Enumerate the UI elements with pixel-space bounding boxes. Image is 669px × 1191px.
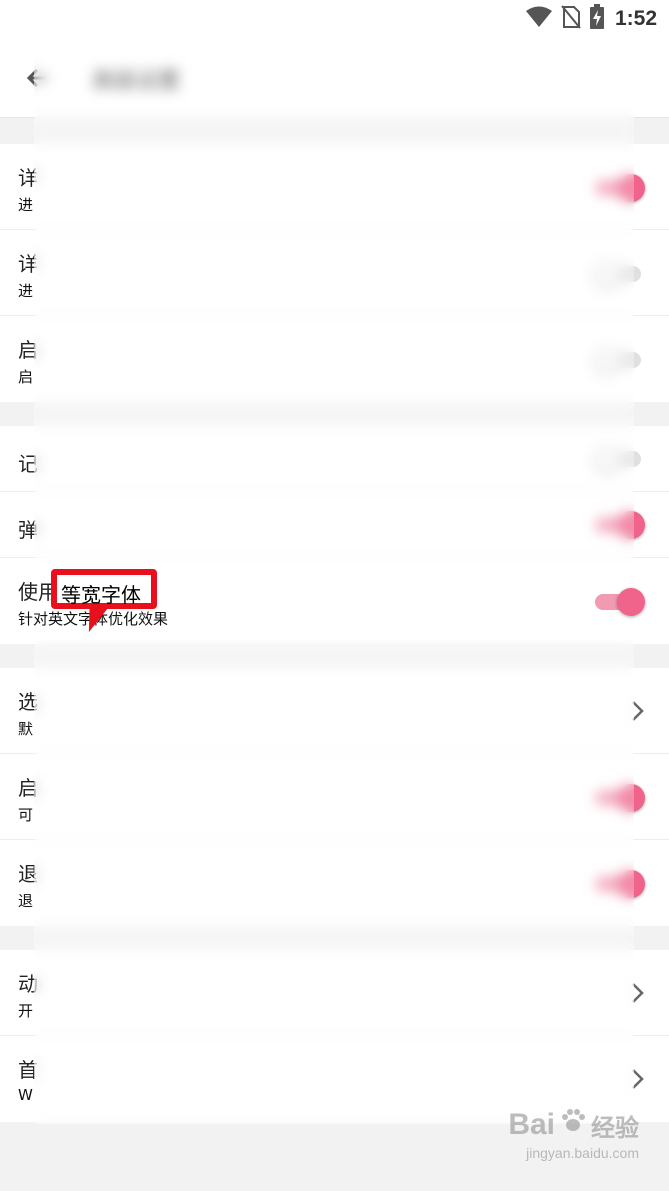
settings-row[interactable]: 弹 xyxy=(0,492,669,558)
baidu-watermark: Bai 经验 jingyan.baidu.com xyxy=(508,1107,639,1161)
settings-row[interactable]: 启 启 xyxy=(0,316,669,402)
row-title: 记 xyxy=(18,452,38,476)
row-summary: 进 xyxy=(18,282,34,300)
row-title: 详 xyxy=(18,252,38,276)
settings-row[interactable]: 选 默 xyxy=(0,668,669,754)
toggle-switch[interactable] xyxy=(593,260,645,288)
settings-row[interactable]: 动 开 xyxy=(0,950,669,1036)
toggle-switch[interactable] xyxy=(593,346,645,374)
settings-section-4: 动 开 首 W xyxy=(0,950,669,1122)
highlight-callout: 等宽字体 xyxy=(51,569,157,609)
settings-row[interactable]: 详 进 xyxy=(0,144,669,230)
row-title: 动 xyxy=(18,972,38,996)
no-sim-icon xyxy=(561,5,581,33)
row-title: 启 xyxy=(18,338,38,362)
settings-section-3: 选 默 启 可 退 退 xyxy=(0,668,669,926)
row-title: 详 xyxy=(18,166,38,190)
row-title: 首 xyxy=(18,1058,38,1082)
settings-row[interactable]: 详 进 xyxy=(0,230,669,316)
toggle-switch[interactable] xyxy=(593,784,645,812)
chevron-right-icon xyxy=(629,1066,647,1092)
row-summary: 默 xyxy=(18,720,34,738)
row-summary: 启 xyxy=(18,368,34,386)
toggle-switch[interactable] xyxy=(593,511,645,539)
watermark-brand-cn: 经验 xyxy=(591,1113,639,1142)
settings-section-1: 详 进 详 进 启 启 xyxy=(0,144,669,402)
back-button[interactable] xyxy=(22,62,54,94)
row-summary: W xyxy=(18,1086,33,1104)
row-summary: 退 xyxy=(18,892,34,910)
toggle-switch[interactable] xyxy=(593,445,645,473)
callout-text: 等宽字体 xyxy=(61,583,141,607)
settings-row[interactable]: 启 可 xyxy=(0,754,669,840)
status-bar: 1:52 xyxy=(0,0,669,38)
row-title: 启 xyxy=(18,776,38,800)
row-summary: 开 xyxy=(18,1002,34,1020)
watermark-url: jingyan.baidu.com xyxy=(526,1145,639,1161)
page-title: 高级设置 xyxy=(92,69,181,94)
chevron-right-icon xyxy=(629,698,647,724)
battery-charging-icon xyxy=(589,4,605,34)
row-summary: 可 xyxy=(18,806,34,824)
paw-icon xyxy=(559,1107,587,1143)
toggle-switch[interactable] xyxy=(593,174,645,202)
monospace-font-toggle[interactable] xyxy=(593,588,645,616)
row-title: 选 xyxy=(18,690,38,714)
row-title: 弹 xyxy=(18,518,38,542)
arrow-left-icon xyxy=(22,68,54,98)
row-title: 退 xyxy=(18,862,38,886)
wifi-icon xyxy=(525,6,553,32)
toggle-switch[interactable] xyxy=(593,870,645,898)
settings-row[interactable]: 退 退 xyxy=(0,840,669,926)
chevron-right-icon xyxy=(629,980,647,1006)
row-summary: 进 xyxy=(18,196,34,214)
settings-row[interactable]: 记 xyxy=(0,426,669,492)
app-bar: 高级设置 xyxy=(0,38,669,118)
watermark-brand: Bai xyxy=(508,1108,555,1141)
status-time: 1:52 xyxy=(614,7,657,30)
